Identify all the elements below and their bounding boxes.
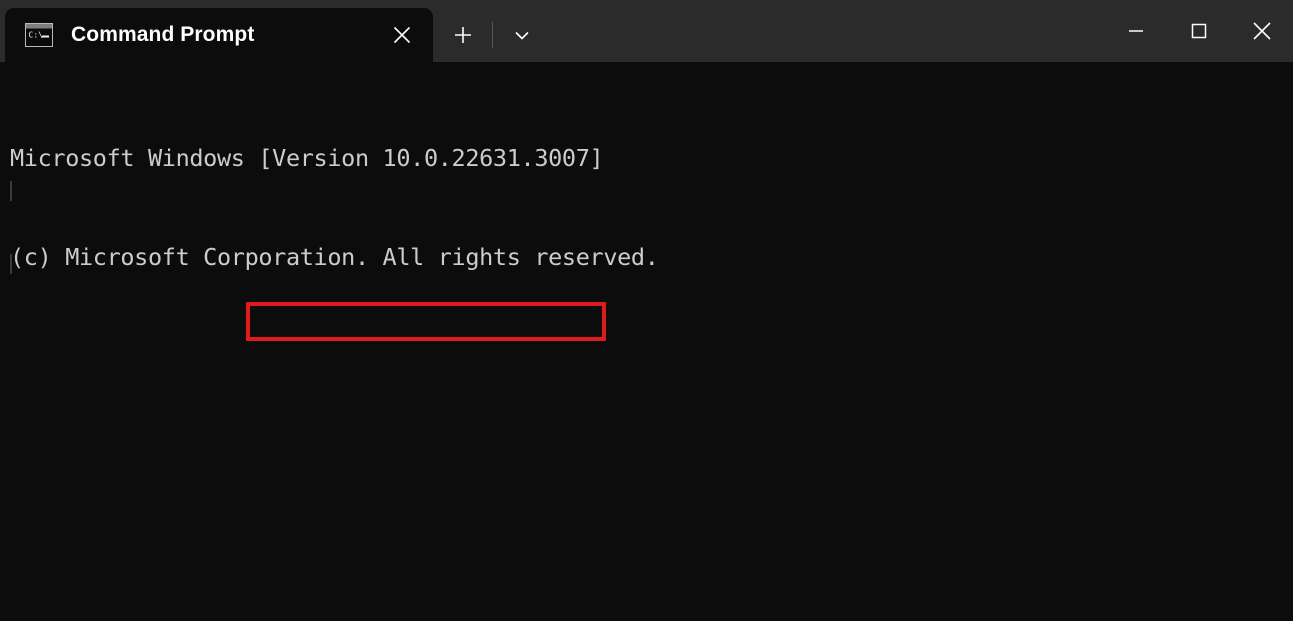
close-window-button[interactable] — [1230, 0, 1293, 62]
minimize-button[interactable] — [1104, 0, 1167, 62]
tab-close-button[interactable] — [379, 12, 425, 58]
tab-command-prompt[interactable]: C:\ Command Prompt — [5, 8, 433, 62]
tab-dropdown-button[interactable] — [499, 14, 545, 56]
title-bar: C:\ Command Prompt — [0, 0, 1293, 62]
terminal-output-area[interactable]: Microsoft Windows [Version 10.0.22631.30… — [0, 62, 1293, 621]
terminal-text: Microsoft Windows [Version 10.0.22631.30… — [10, 76, 1290, 621]
command-prompt-window: C:\ Command Prompt Microsoft Windows [Ve… — [0, 0, 1293, 621]
window-controls — [1104, 0, 1293, 62]
tab-actions — [440, 12, 545, 58]
toolbar-divider — [492, 22, 493, 48]
caret-artifact — [10, 181, 12, 201]
maximize-button[interactable] — [1167, 0, 1230, 62]
command-prompt-icon: C:\ — [25, 23, 53, 47]
tab-title: Command Prompt — [71, 23, 255, 46]
terminal-line: (c) Microsoft Corporation. All rights re… — [10, 243, 659, 271]
tab-strip: C:\ Command Prompt — [0, 0, 433, 62]
new-tab-button[interactable] — [440, 14, 486, 56]
svg-text:C:\: C:\ — [29, 31, 44, 40]
terminal-line: Microsoft Windows [Version 10.0.22631.30… — [10, 144, 604, 172]
caret-artifact — [10, 254, 12, 274]
